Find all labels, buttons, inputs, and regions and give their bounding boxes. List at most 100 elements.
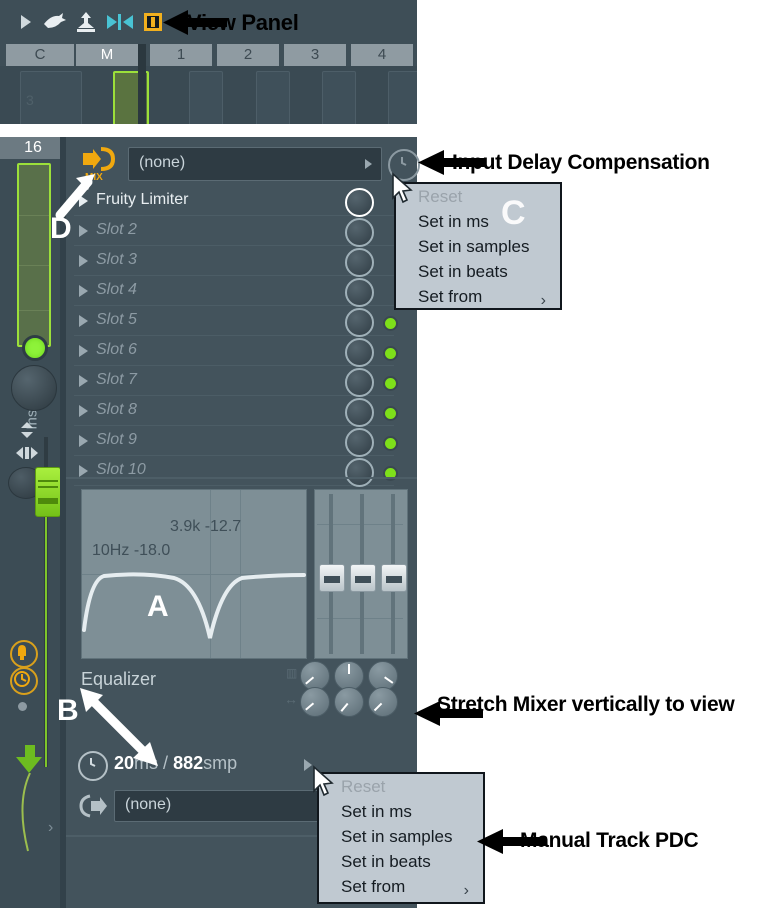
- slot-label: Slot 8: [96, 401, 137, 418]
- effect-slot-7[interactable]: Slot 7: [74, 366, 398, 397]
- eq-band-2-handle[interactable]: [350, 564, 376, 592]
- slot-mix-knob[interactable]: [345, 458, 374, 487]
- stereo-swap-icon[interactable]: [16, 445, 38, 461]
- send-value: (none): [125, 796, 172, 813]
- pdc-clock-icon[interactable]: [78, 751, 108, 781]
- effect-slot-9[interactable]: Slot 9: [74, 426, 398, 457]
- view-panel-toggle-icon[interactable]: [142, 11, 166, 33]
- track-header-M[interactable]: M: [76, 44, 138, 66]
- eq-band-3-handle[interactable]: [381, 564, 407, 592]
- eq-band-sliders: [314, 489, 408, 659]
- mix-routing-icon[interactable]: MIX: [79, 146, 121, 184]
- annotation-manual-track-pdc: Manual Track PDC: [520, 829, 699, 852]
- menu-item-set-in-samples[interactable]: Set in samples: [396, 234, 560, 259]
- channel-pan-knob[interactable]: [11, 365, 57, 411]
- effect-slot-1[interactable]: Fruity Limiter: [74, 186, 394, 217]
- effect-slot-6[interactable]: Slot 6: [74, 336, 398, 367]
- effect-slot-5[interactable]: Slot 5: [74, 306, 398, 337]
- menu-item-set-from[interactable]: Set from ›: [396, 284, 560, 309]
- pdc-ms-unit: ms: [134, 753, 159, 773]
- effect-slot-2[interactable]: Slot 2: [74, 216, 394, 247]
- slot-enable-led[interactable]: [383, 346, 398, 361]
- track-slot-1[interactable]: [189, 71, 223, 124]
- channel-enable-led[interactable]: [22, 335, 48, 361]
- track-header-C[interactable]: C: [6, 44, 74, 66]
- input-delay-context-menu[interactable]: C Reset Set in ms Set in samples Set in …: [394, 182, 562, 310]
- slot-enable-led[interactable]: [383, 376, 398, 391]
- menu-item-set-from[interactable]: Set from ›: [319, 874, 483, 899]
- menu-item-set-in-beats[interactable]: Set in beats: [396, 259, 560, 284]
- track-slot-C[interactable]: 3: [20, 71, 82, 124]
- slot-expand-icon[interactable]: [79, 285, 88, 297]
- eq-knob-width-2[interactable]: [334, 687, 364, 717]
- eq-response-graph[interactable]: 3.9k -12.7 10Hz -18.0 A: [81, 489, 307, 659]
- slot-expand-icon[interactable]: [79, 435, 88, 447]
- eq-band-1-handle[interactable]: [319, 564, 345, 592]
- hand-pointer-icon[interactable]: [42, 11, 66, 33]
- slot-mix-knob[interactable]: [345, 338, 374, 367]
- lamp-icon[interactable]: [10, 640, 38, 668]
- slot-expand-icon[interactable]: [79, 225, 88, 237]
- slot-expand-icon[interactable]: [79, 255, 88, 267]
- slot-enable-led[interactable]: [383, 316, 398, 331]
- channel-number: 16: [24, 139, 42, 156]
- preset-select-field[interactable]: (none): [128, 147, 382, 181]
- slot-mix-knob[interactable]: [345, 368, 374, 397]
- track-header-2[interactable]: 2: [217, 44, 279, 66]
- strip-dot-indicator[interactable]: [18, 702, 27, 711]
- channel-fader-handle[interactable]: [35, 467, 61, 517]
- slot-mix-knob[interactable]: [345, 428, 374, 457]
- preset-value: (none): [139, 154, 186, 171]
- eq-width-icon: ↔: [284, 691, 298, 707]
- track-slot-2[interactable]: [256, 71, 290, 124]
- eq-knob-width-1[interactable]: [300, 687, 330, 717]
- slot-mix-knob[interactable]: [345, 308, 374, 337]
- effect-slot-3[interactable]: Slot 3: [74, 246, 394, 277]
- strip-expand-chevron[interactable]: ›: [48, 819, 53, 837]
- mirror-arrows-icon[interactable]: [106, 11, 133, 33]
- slot-expand-icon[interactable]: [79, 375, 88, 387]
- slot-enable-led[interactable]: [383, 406, 398, 421]
- menu-item-set-in-beats[interactable]: Set in beats: [319, 849, 483, 874]
- mouse-cursor-top: [392, 172, 413, 204]
- slot-mix-knob[interactable]: [345, 278, 374, 307]
- slot-expand-icon[interactable]: [79, 195, 88, 207]
- track-pdc-context-menu[interactable]: Reset Set in ms Set in samples Set in be…: [317, 772, 485, 904]
- slot-mix-knob[interactable]: [345, 398, 374, 427]
- slot-mix-knob[interactable]: [345, 218, 374, 247]
- annotation-view-panel: View Panel: [187, 10, 299, 35]
- effect-slot-10[interactable]: Slot 10: [74, 456, 398, 487]
- stamp-icon[interactable]: [74, 11, 98, 33]
- track-slot-4[interactable]: [388, 71, 417, 124]
- effect-slot-4[interactable]: Slot 4: [74, 276, 394, 307]
- eq-knob-width-3[interactable]: [368, 687, 398, 717]
- menu-item-set-in-ms[interactable]: Set in ms: [319, 799, 483, 824]
- slot-expand-icon[interactable]: [79, 465, 88, 477]
- track-slot-3[interactable]: [322, 71, 356, 124]
- eq-gain-icon: ▥: [286, 666, 298, 680]
- pdc-value[interactable]: 20ms / 882smp: [114, 753, 237, 774]
- stereo-separation-icon[interactable]: [16, 422, 38, 438]
- track-header-4[interactable]: 4: [351, 44, 413, 66]
- slot-expand-icon[interactable]: [79, 345, 88, 357]
- track-pdc-clock-icon[interactable]: [10, 667, 38, 695]
- routing-out-arrow-icon[interactable]: [16, 757, 42, 773]
- menu-item-set-in-ms[interactable]: Set in ms: [396, 209, 560, 234]
- slot-enable-led[interactable]: [383, 436, 398, 451]
- submenu-chevron-icon: ›: [463, 882, 469, 899]
- slot-expand-icon[interactable]: [79, 405, 88, 417]
- track-header-1[interactable]: 1: [150, 44, 212, 66]
- track-header-3[interactable]: 3: [284, 44, 346, 66]
- channel-number-header[interactable]: 16: [0, 137, 66, 159]
- slot-mix-knob[interactable]: [345, 248, 374, 277]
- menu-item-reset[interactable]: Reset: [396, 184, 560, 209]
- play-arrow-icon[interactable]: [14, 11, 38, 33]
- effect-slot-8[interactable]: Slot 8: [74, 396, 398, 427]
- pdc-samples-unit: smp: [203, 753, 238, 773]
- send-arrow-icon[interactable]: [78, 793, 108, 821]
- menu-item-set-in-samples[interactable]: Set in samples: [319, 824, 483, 849]
- slot-mix-knob[interactable]: [345, 188, 374, 217]
- equalizer-title: Equalizer: [81, 669, 157, 689]
- menu-item-reset[interactable]: Reset: [319, 774, 483, 799]
- slot-expand-icon[interactable]: [79, 315, 88, 327]
